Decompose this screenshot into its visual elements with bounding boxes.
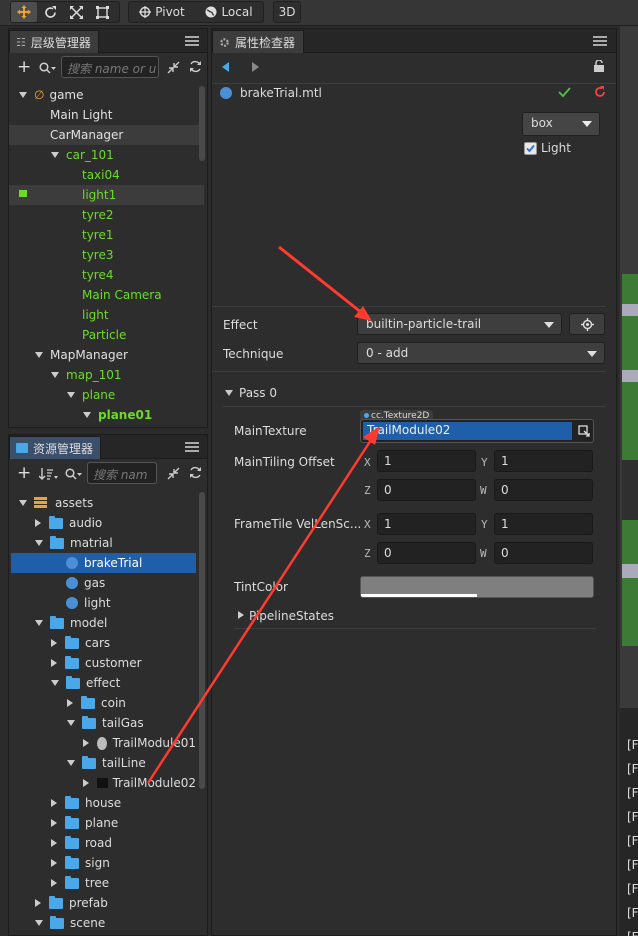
annotation-overlay xyxy=(146,245,380,784)
annotation-arrow-effect xyxy=(278,245,363,315)
annotation-arrowhead-texture xyxy=(363,426,380,445)
annotation-arrow-texture xyxy=(146,439,373,784)
